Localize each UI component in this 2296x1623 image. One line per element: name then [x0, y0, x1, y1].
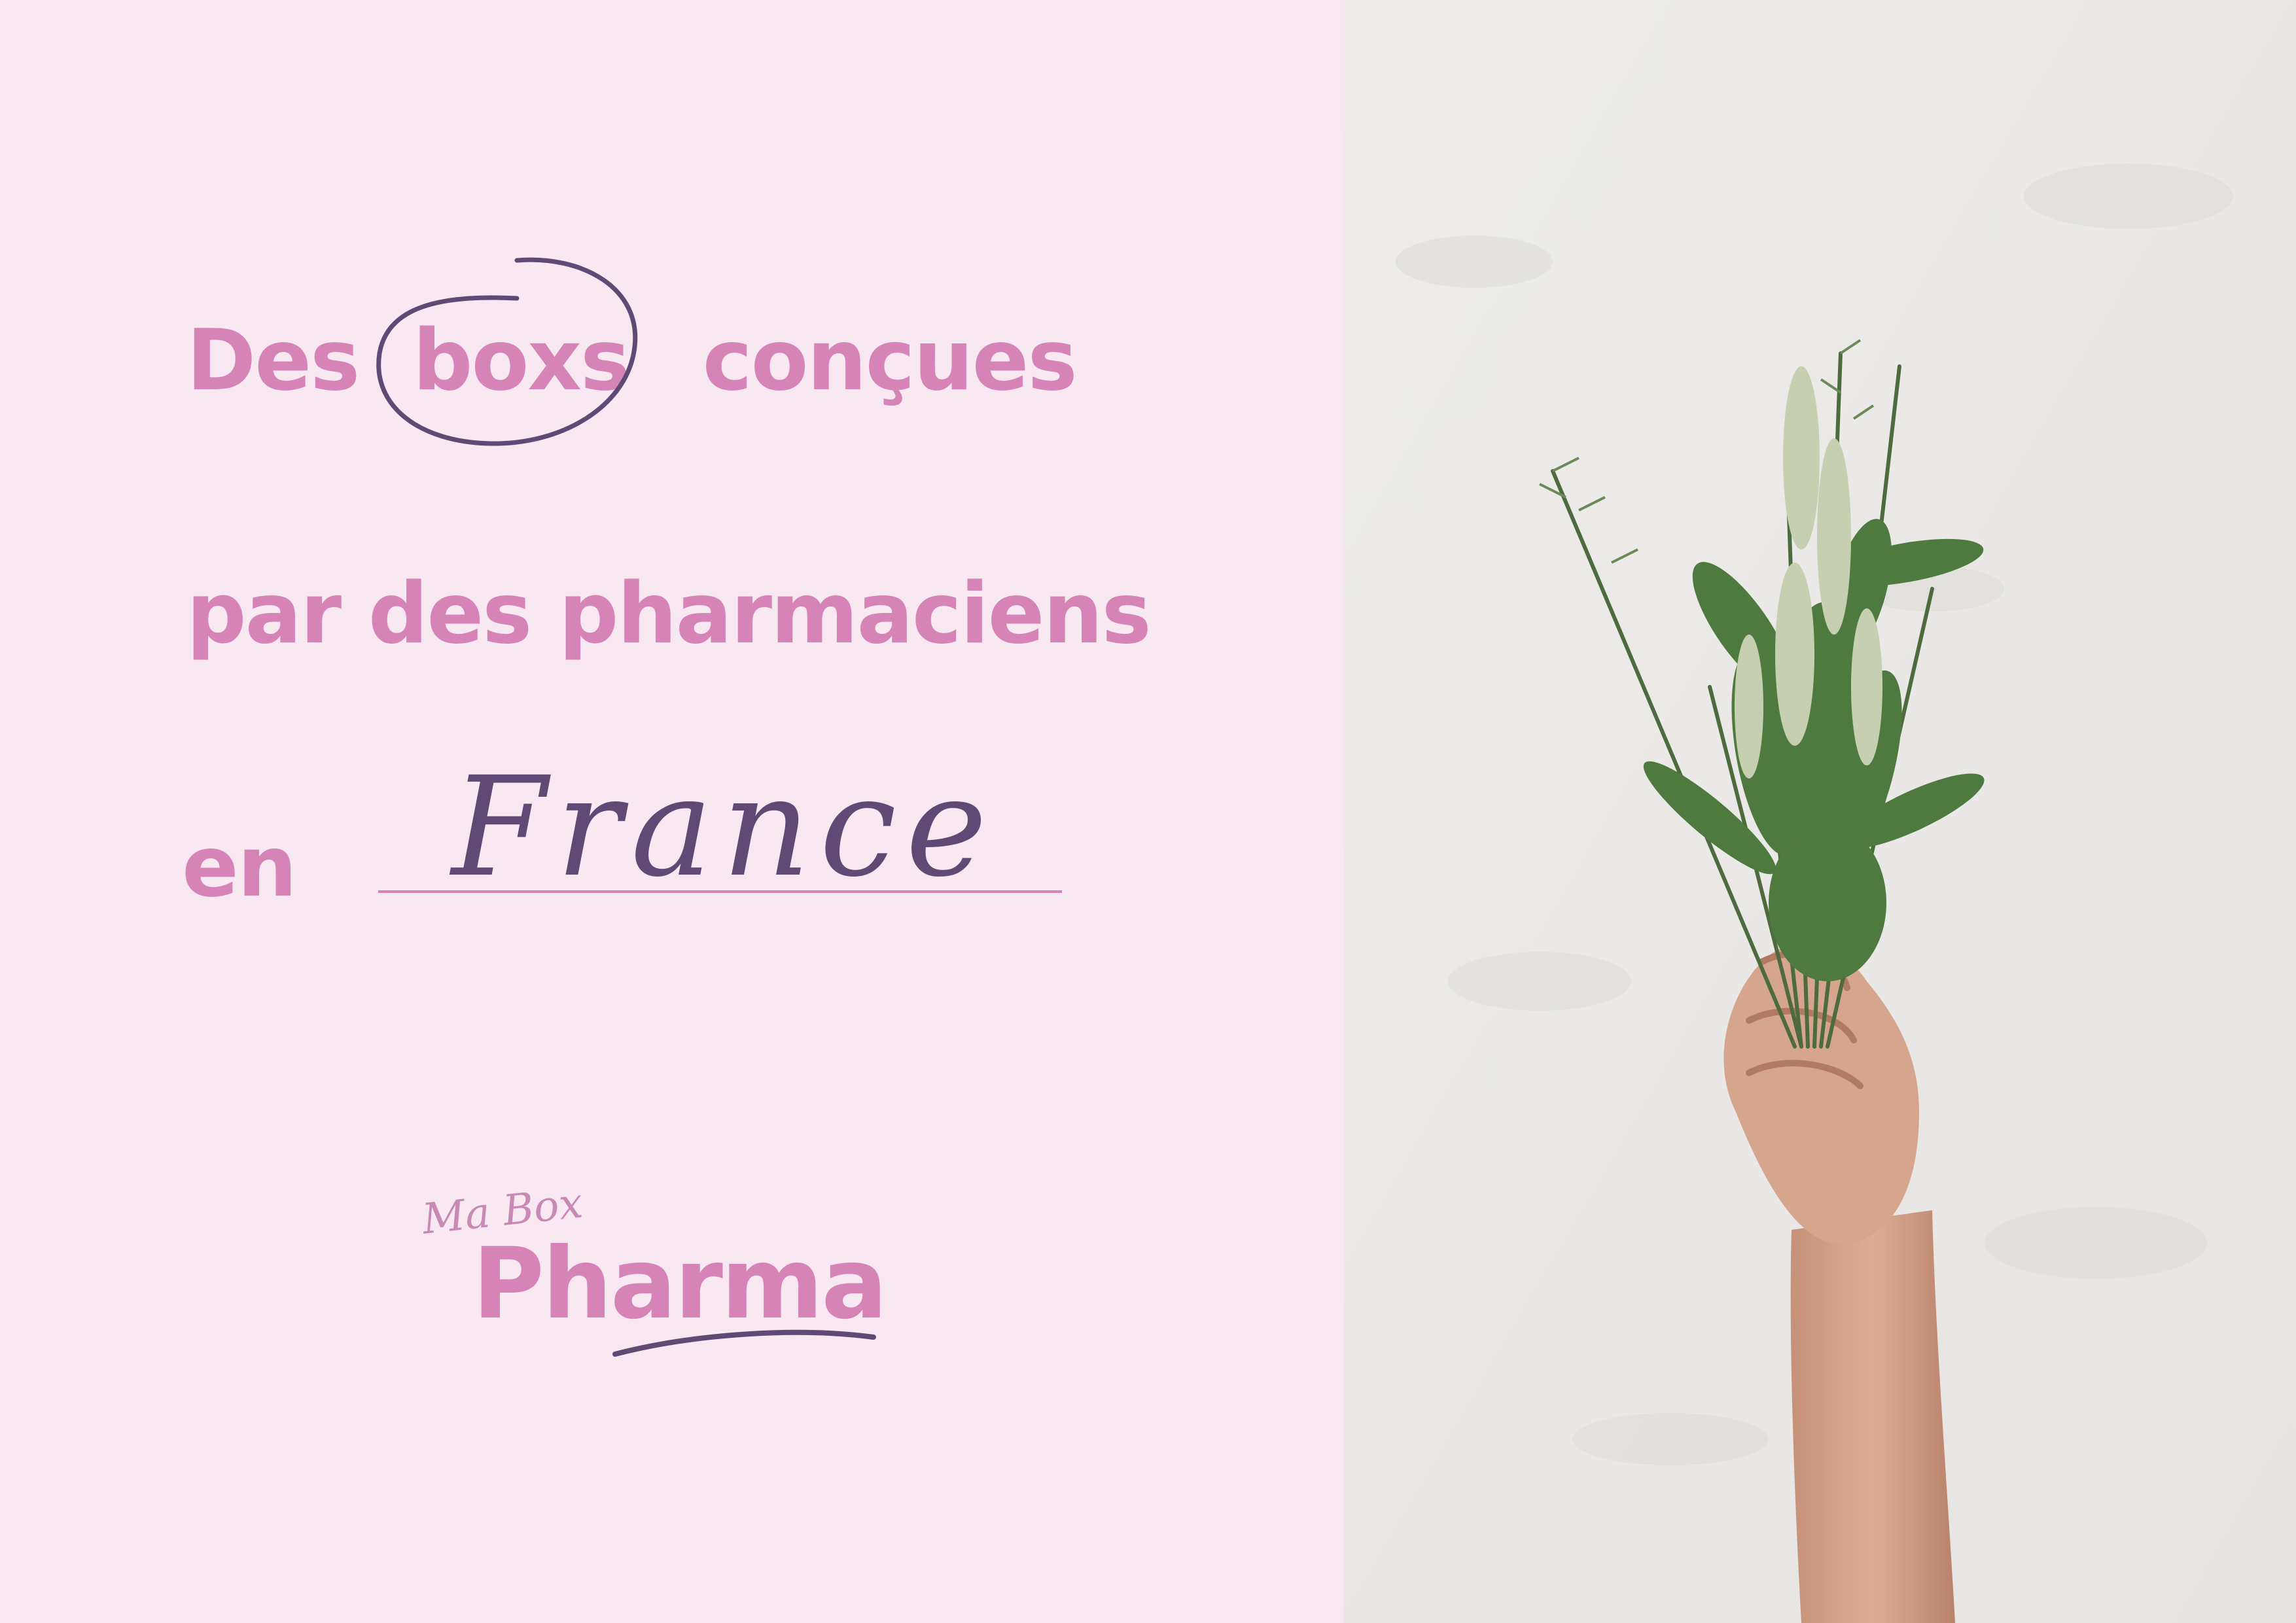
headline-word-concues: conçues	[702, 312, 1078, 410]
handwritten-france: France	[451, 747, 997, 907]
logo-wordmark: Pharma	[472, 1227, 887, 1341]
hand-drawn-circle	[376, 257, 638, 446]
herb-bouquet-photo	[1343, 0, 2296, 1623]
photo-panel	[1343, 0, 2296, 1623]
headline-line-3-prefix: en	[182, 818, 297, 916]
headline-word-des: Des	[186, 312, 360, 410]
underline-rule	[378, 890, 1062, 893]
text-panel: Des boxs conçues par des pharmaciens en …	[0, 0, 1343, 1623]
logo-swoosh	[612, 1329, 876, 1357]
headline-line-2: par des pharmaciens	[186, 565, 1152, 663]
